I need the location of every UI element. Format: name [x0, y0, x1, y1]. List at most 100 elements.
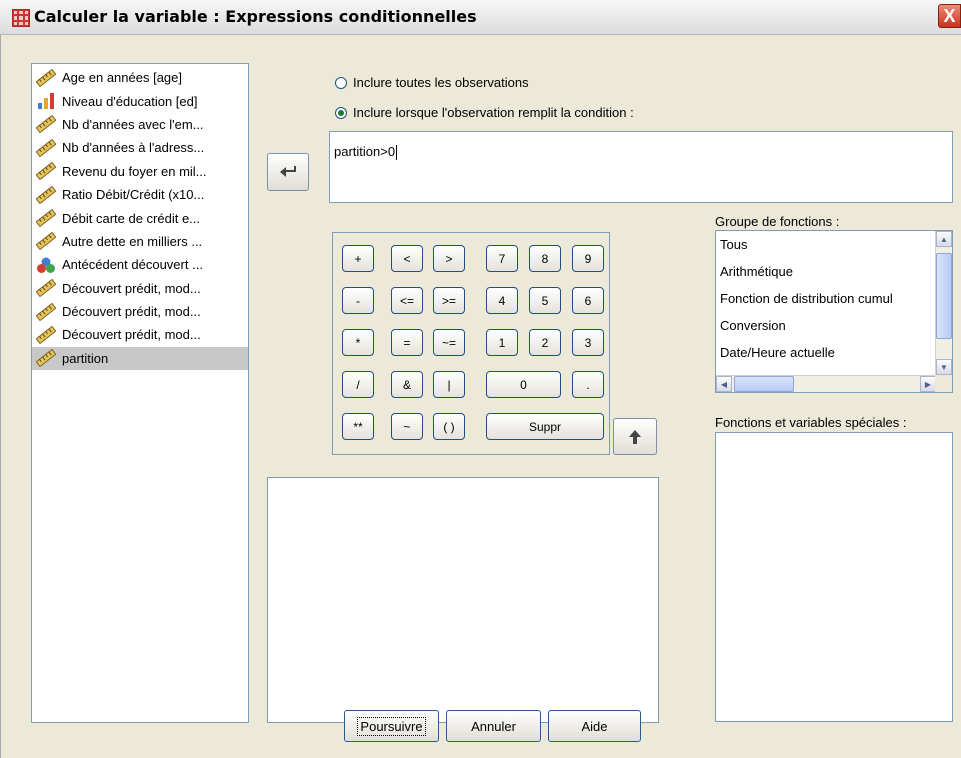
scale-measure-icon: [35, 278, 57, 298]
close-button[interactable]: X: [938, 4, 961, 28]
variable-item[interactable]: Ratio Débit/Crédit (x10...: [32, 183, 248, 206]
continue-label: Poursuivre: [357, 716, 426, 736]
radio-button[interactable]: [335, 76, 347, 89]
key-2[interactable]: 2: [529, 329, 561, 356]
key-decimal[interactable]: .: [572, 371, 604, 398]
scale-measure-icon: [35, 325, 57, 345]
scroll-down-icon[interactable]: ▼: [936, 359, 952, 375]
key-less-than[interactable]: <: [391, 245, 423, 272]
variable-label: Découvert prédit, mod...: [62, 304, 201, 320]
variable-label: Autre dette en milliers ...: [62, 233, 203, 249]
variable-label: Age en années [age]: [62, 70, 182, 86]
scale-measure-icon: [35, 185, 57, 204]
key-minus[interactable]: -: [342, 287, 374, 314]
horizontal-scrollbar[interactable]: ◀ ▶: [716, 375, 936, 392]
arrow-up-icon: [629, 429, 641, 444]
nominal-measure-icon: [36, 256, 56, 274]
scroll-thumb[interactable]: [734, 376, 794, 392]
variable-item[interactable]: Nb d'années avec l'em...: [32, 113, 248, 136]
key-greater-equal[interactable]: >=: [433, 287, 465, 314]
key-7[interactable]: 7: [486, 245, 518, 272]
key-not-equal[interactable]: ~=: [433, 329, 465, 356]
key-greater-than[interactable]: >: [433, 245, 465, 272]
scale-measure-icon: [35, 138, 57, 158]
function-group-item[interactable]: Arithmétique: [716, 258, 952, 285]
variable-item[interactable]: partition: [32, 346, 248, 371]
variable-item[interactable]: Antécédent découvert ...: [32, 253, 248, 276]
key-8[interactable]: 8: [529, 245, 561, 272]
variable-label: Découvert prédit, mod...: [62, 327, 201, 343]
key-plus[interactable]: +: [342, 245, 374, 272]
key-equal[interactable]: =: [391, 329, 423, 356]
key-not[interactable]: ~: [391, 413, 423, 440]
ordinal-measure-icon: [36, 92, 56, 110]
variable-item[interactable]: Découvert prédit, mod...: [32, 277, 248, 300]
key-1[interactable]: 1: [486, 329, 518, 356]
variable-item[interactable]: Autre dette en milliers ...: [32, 230, 248, 253]
calculator-keypad: + < > 7 8 9 - <= >= 4 5 6 * = ~= 1 2 3 /…: [332, 232, 610, 455]
function-group-label: Groupe de fonctions :: [715, 214, 840, 229]
special-functions-list[interactable]: [715, 432, 953, 722]
variable-label: Nb d'années à l'adress...: [62, 140, 205, 156]
function-group-item[interactable]: Date/Heure actuelle: [716, 339, 952, 366]
condition-expression-input[interactable]: partition>0: [329, 131, 953, 203]
scale-measure-icon: [35, 115, 57, 134]
include-condition-radio[interactable]: Inclure lorsque l'observation remplit la…: [335, 105, 634, 120]
continue-button[interactable]: Poursuivre: [344, 710, 439, 742]
variable-item[interactable]: Niveau d'éducation [ed]: [32, 89, 248, 112]
variable-list[interactable]: Age en années [age] Niveau d'éducation [e…: [31, 63, 249, 723]
include-all-label: Inclure toutes les observations: [353, 75, 529, 90]
insert-function-button[interactable]: [613, 418, 657, 455]
key-or[interactable]: |: [433, 371, 465, 398]
key-0[interactable]: 0: [486, 371, 561, 398]
variable-item[interactable]: Nb d'années à l'adress...: [32, 136, 248, 159]
scroll-thumb[interactable]: [936, 253, 952, 339]
key-6[interactable]: 6: [572, 287, 604, 314]
key-multiply[interactable]: *: [342, 329, 374, 356]
scroll-right-icon[interactable]: ▶: [920, 376, 936, 392]
key-5[interactable]: 5: [529, 287, 561, 314]
scale-measure-icon: [35, 232, 57, 251]
variable-label: Niveau d'éducation [ed]: [62, 93, 198, 109]
cancel-button[interactable]: Annuler: [446, 710, 541, 742]
dialog-body: Age en années [age] Niveau d'éducation [e…: [0, 35, 961, 758]
special-functions-label: Fonctions et variables spéciales :: [715, 415, 907, 430]
key-delete[interactable]: Suppr: [486, 413, 604, 440]
function-group-list[interactable]: Tous Arithmétique Fonction de distribution…: [715, 230, 953, 393]
variable-item[interactable]: Age en années [age]: [32, 66, 248, 89]
variable-label: Ratio Débit/Crédit (x10...: [62, 187, 205, 203]
help-button[interactable]: Aide: [548, 710, 641, 742]
function-group-item[interactable]: Conversion: [716, 312, 952, 339]
function-group-item[interactable]: Fonction de distribution cumul: [716, 285, 952, 312]
scroll-left-icon[interactable]: ◀: [716, 376, 732, 392]
key-3[interactable]: 3: [572, 329, 604, 356]
function-group-item[interactable]: Tous: [716, 231, 952, 258]
function-group-items: Tous Arithmétique Fonction de distribution…: [716, 231, 952, 366]
vertical-scrollbar[interactable]: ▲ ▼: [935, 231, 952, 375]
key-9[interactable]: 9: [572, 245, 604, 272]
function-description-box: [267, 477, 659, 723]
key-and[interactable]: &: [391, 371, 423, 398]
scroll-up-icon[interactable]: ▲: [936, 231, 952, 247]
include-condition-label: Inclure lorsque l'observation remplit la…: [353, 105, 634, 120]
data-editor-icon: [12, 9, 30, 27]
variable-label: Revenu du foyer en mil...: [62, 163, 207, 179]
key-4[interactable]: 4: [486, 287, 518, 314]
variable-item[interactable]: Découvert prédit, mod...: [32, 300, 248, 323]
move-variable-button[interactable]: [267, 153, 309, 191]
key-divide[interactable]: /: [342, 371, 374, 398]
variable-item[interactable]: Débit carte de crédit e...: [32, 206, 248, 229]
key-power[interactable]: **: [342, 413, 374, 440]
variable-item[interactable]: Découvert prédit, mod...: [32, 323, 248, 346]
key-parentheses[interactable]: ( ): [433, 413, 465, 440]
scale-measure-icon: [35, 162, 57, 181]
variable-label: Antécédent découvert ...: [62, 257, 203, 273]
text-caret: [396, 145, 398, 161]
title-bar: Calculer la variable : Expressions condi…: [0, 0, 961, 35]
scale-measure-icon: [35, 68, 57, 87]
window-title: Calculer la variable : Expressions condi…: [34, 7, 477, 26]
radio-button[interactable]: [335, 106, 347, 119]
include-all-radio[interactable]: Inclure toutes les observations: [335, 75, 529, 90]
variable-item[interactable]: Revenu du foyer en mil...: [32, 160, 248, 183]
key-less-equal[interactable]: <=: [391, 287, 423, 314]
